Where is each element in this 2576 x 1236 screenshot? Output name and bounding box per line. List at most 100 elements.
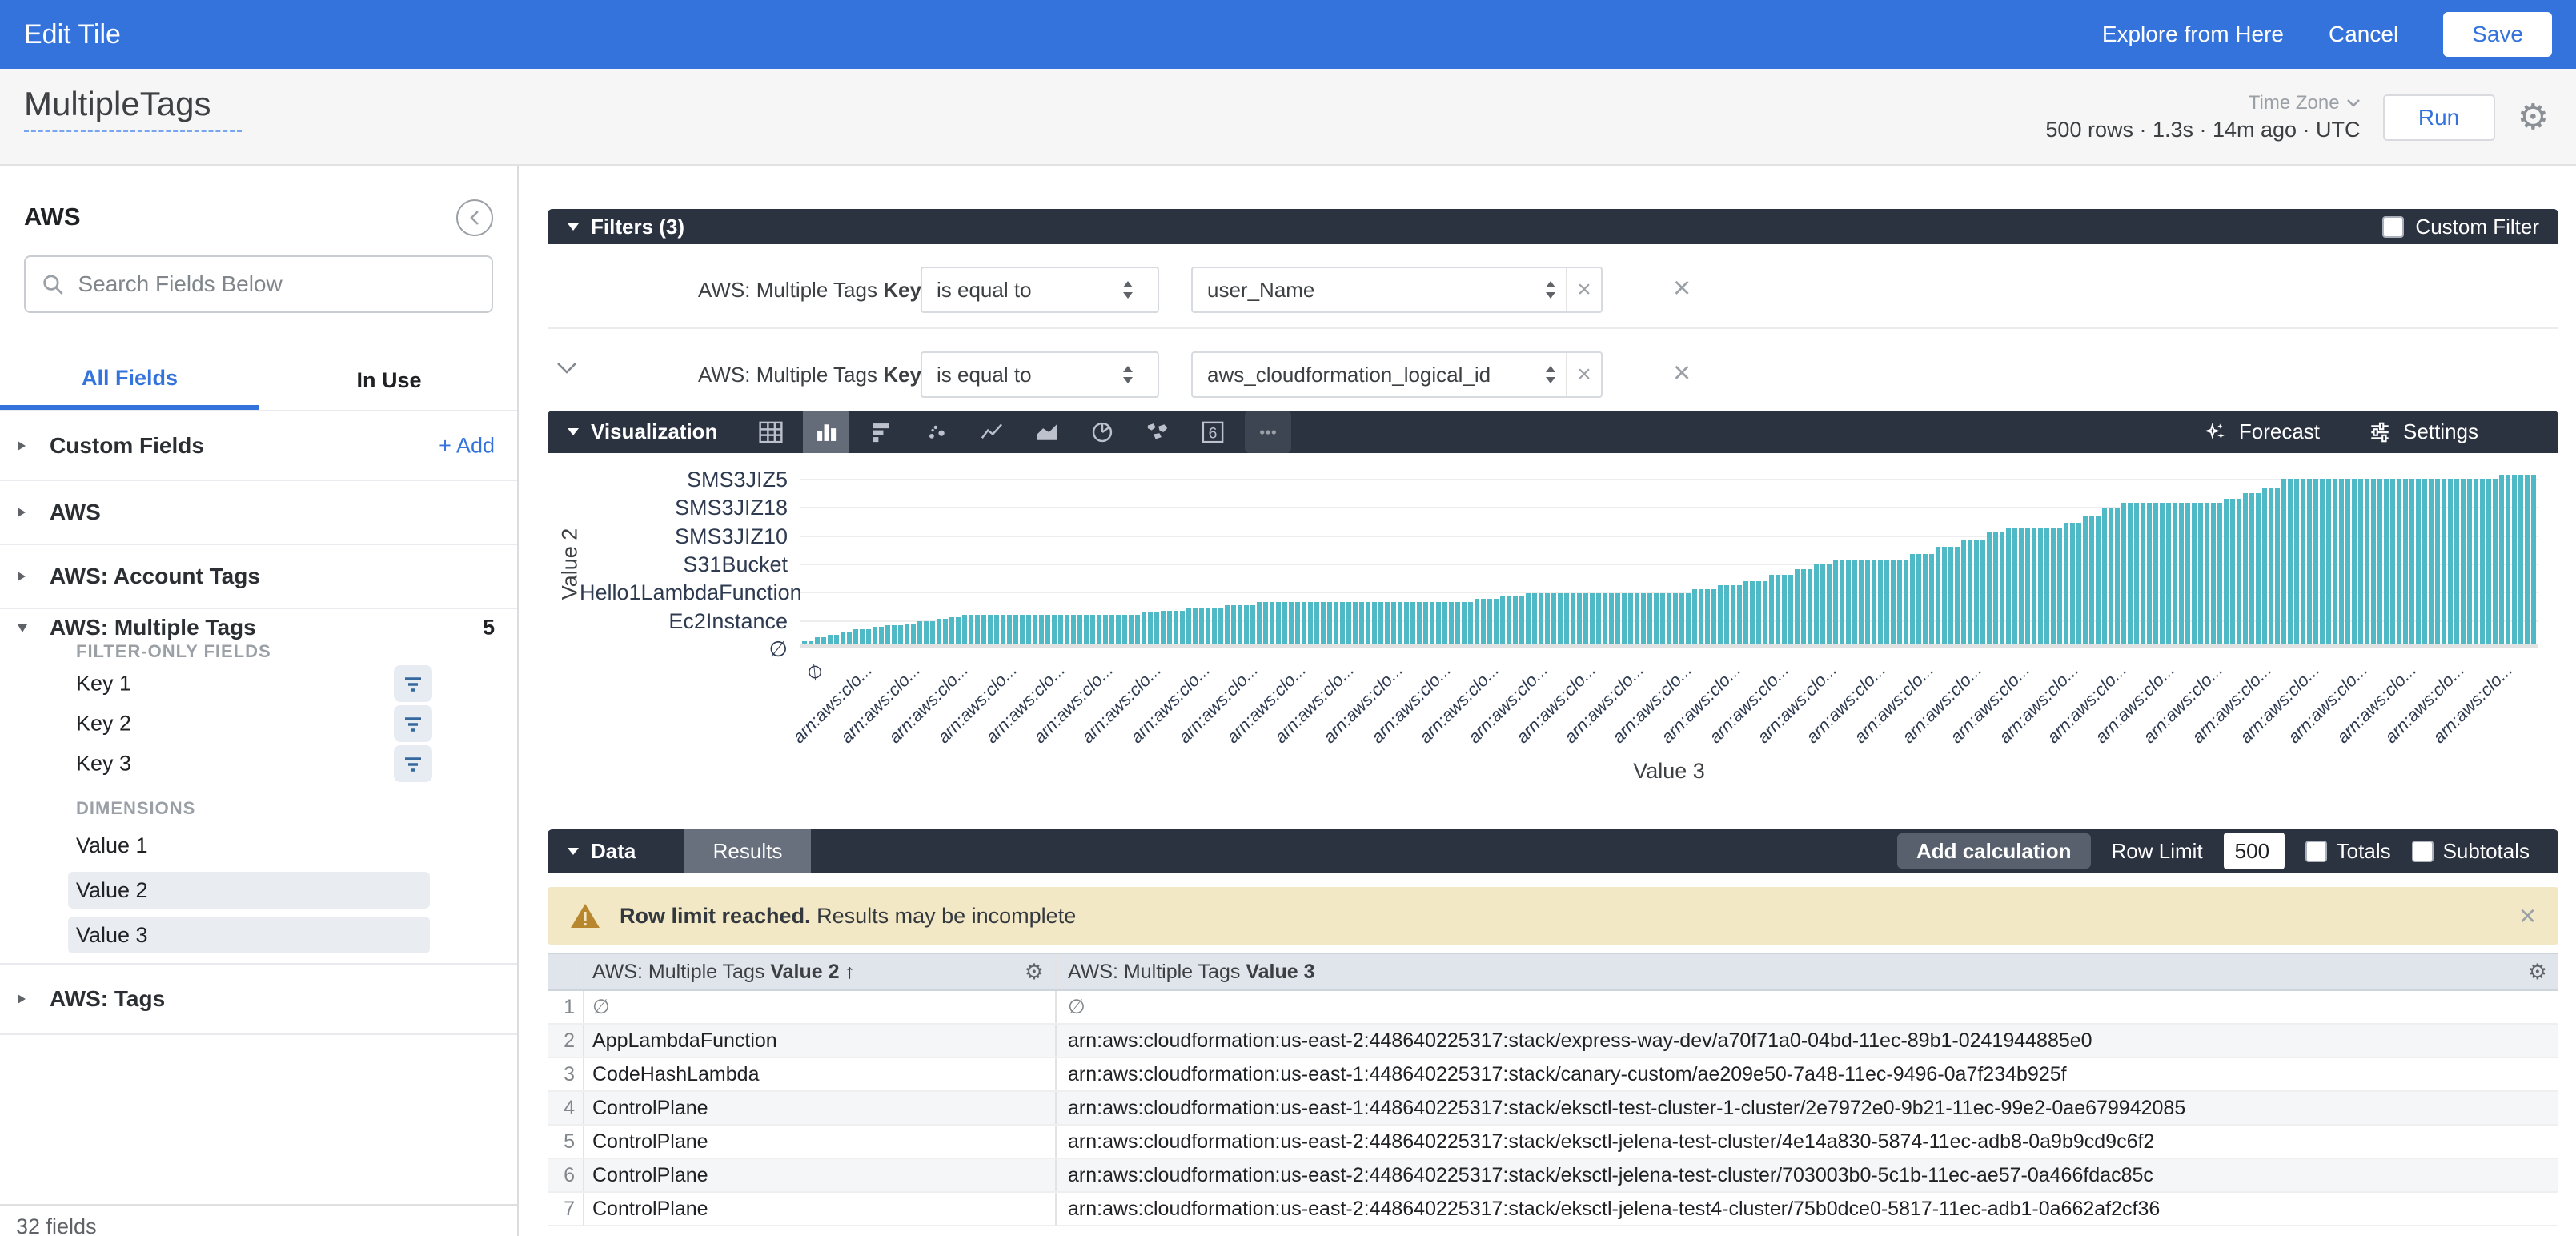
chart-bar[interactable] xyxy=(1161,611,1166,644)
chart-bar[interactable] xyxy=(1731,585,1735,644)
chart-bar[interactable] xyxy=(2121,503,2126,644)
value2-cell[interactable]: ControlPlane xyxy=(584,1126,1057,1158)
chart-bar[interactable] xyxy=(1276,602,1281,644)
chart-bar[interactable] xyxy=(1808,569,1812,644)
collapse-sidebar-button[interactable] xyxy=(456,199,493,236)
chart-type-bar-selected[interactable] xyxy=(803,411,849,453)
value2-cell[interactable]: CodeHashLambda xyxy=(584,1058,1057,1090)
chart-bar[interactable] xyxy=(2198,503,2203,644)
chart-bar[interactable] xyxy=(2275,488,2280,644)
chart-bar[interactable] xyxy=(1065,615,1069,644)
chart-bar[interactable] xyxy=(1667,593,1671,644)
chart-bar[interactable] xyxy=(1980,540,1985,644)
explore-from-here-button[interactable]: Explore from Here xyxy=(2102,22,2284,47)
value3-cell[interactable]: arn:aws:cloudformation:us-east-1:4486402… xyxy=(1057,1092,2558,1124)
chart-bar[interactable] xyxy=(1878,560,1883,644)
chart-bar[interactable] xyxy=(2480,479,2485,644)
chart-bar[interactable] xyxy=(1052,615,1057,644)
chart-bar[interactable] xyxy=(1391,602,1396,644)
filter-value-select[interactable]: user_Name × xyxy=(1191,267,1603,313)
chart-bar[interactable] xyxy=(2070,523,2075,644)
visualization-panel-toggle[interactable]: Visualization xyxy=(548,419,748,444)
chart-bar[interactable] xyxy=(981,615,986,644)
chart-bar[interactable] xyxy=(2531,475,2536,644)
chart-bar[interactable] xyxy=(2326,479,2331,644)
chart-bar[interactable] xyxy=(1974,540,1979,644)
chart-bar[interactable] xyxy=(1526,593,1531,644)
value2-cell[interactable]: ∅ xyxy=(584,991,1057,1023)
chart-bar[interactable] xyxy=(1801,569,1806,644)
chart-bar[interactable] xyxy=(2000,532,2004,644)
chart-bar[interactable] xyxy=(1955,547,1960,644)
chart-bar[interactable] xyxy=(943,619,948,644)
chart-bar[interactable] xyxy=(1507,596,1511,644)
chart-bar[interactable] xyxy=(1199,608,1204,644)
chart-bar[interactable] xyxy=(1289,602,1294,644)
chart-bar[interactable] xyxy=(2237,499,2241,644)
value3-cell[interactable]: arn:aws:cloudformation:us-east-2:4486402… xyxy=(1057,1159,2558,1191)
chart-bar[interactable] xyxy=(1045,615,1050,644)
chart-bar[interactable] xyxy=(2467,479,2472,644)
value3-cell[interactable]: arn:aws:cloudformation:us-east-2:4486402… xyxy=(1057,1126,2558,1158)
chart-bar[interactable] xyxy=(853,629,858,644)
chart-bar[interactable] xyxy=(1968,540,1972,644)
chart-bar[interactable] xyxy=(2333,479,2337,644)
chart-bar[interactable] xyxy=(1987,532,1992,644)
chart-bar[interactable] xyxy=(1302,602,1306,644)
chart-bar[interactable] xyxy=(1058,615,1063,644)
column-gear-icon[interactable]: ⚙ xyxy=(2528,960,2547,985)
chart-type-pie[interactable] xyxy=(1079,411,1125,453)
field-key-3[interactable]: Key 3 xyxy=(0,744,517,784)
field-value-3-selected[interactable]: Value 3 xyxy=(68,917,430,953)
chart-bar[interactable] xyxy=(962,615,967,644)
chart-bar[interactable] xyxy=(1013,615,1018,644)
field-key-2[interactable]: Key 2 xyxy=(0,704,517,744)
chart-bar[interactable] xyxy=(1327,602,1332,644)
chart-bar[interactable] xyxy=(1840,560,1844,644)
chart-bar[interactable] xyxy=(1135,615,1140,644)
chart-bar[interactable] xyxy=(1795,569,1800,644)
chart-bar[interactable] xyxy=(1475,599,1479,644)
value3-cell[interactable]: arn:aws:cloudformation:us-east-1:4486402… xyxy=(1057,1058,2558,1090)
chart-bar[interactable] xyxy=(1167,611,1172,644)
chart-bar[interactable] xyxy=(1647,593,1652,644)
chart-bar[interactable] xyxy=(873,627,877,644)
chart-bar[interactable] xyxy=(969,615,973,644)
save-button[interactable]: Save xyxy=(2443,12,2552,57)
chart-bar[interactable] xyxy=(1257,602,1262,644)
chart-bar[interactable] xyxy=(975,615,980,644)
chart-bar[interactable] xyxy=(1186,608,1191,644)
chart-bar[interactable] xyxy=(1001,615,1005,644)
chart-bar[interactable] xyxy=(809,641,813,644)
chart-bar[interactable] xyxy=(1827,564,1832,644)
filters-panel-header[interactable]: Filters (3) Custom Filter xyxy=(548,209,2558,244)
table-row[interactable]: 1 ∅ ∅ xyxy=(548,991,2558,1025)
chart-bar[interactable] xyxy=(1212,608,1217,644)
chart-bar[interactable] xyxy=(1737,585,1742,644)
chart-bar[interactable] xyxy=(2089,516,2094,644)
chart-bar[interactable] xyxy=(1129,615,1134,644)
chart-bar[interactable] xyxy=(1385,602,1390,644)
query-title-text[interactable]: MultipleTags xyxy=(24,85,211,122)
field-label[interactable]: Key 1 xyxy=(76,672,131,696)
custom-filter-checkbox[interactable] xyxy=(2382,216,2404,238)
chart-bar[interactable] xyxy=(1724,585,1729,644)
search-fields-input[interactable] xyxy=(78,271,475,297)
table-row[interactable]: 5 ControlPlane arn:aws:cloudformation:us… xyxy=(548,1126,2558,1159)
chart-bar[interactable] xyxy=(1763,581,1767,644)
chart-bar[interactable] xyxy=(841,632,845,644)
chart-bar[interactable] xyxy=(1321,602,1326,644)
subtotals-checkbox[interactable] xyxy=(2412,841,2434,862)
column-gear-icon[interactable]: ⚙ xyxy=(1025,960,1044,985)
chart-bar[interactable] xyxy=(2448,479,2453,644)
chart-bar[interactable] xyxy=(1436,602,1441,644)
chart-bar[interactable] xyxy=(2057,528,2062,644)
chart-bar[interactable] xyxy=(1084,615,1089,644)
chart-bar[interactable] xyxy=(994,615,999,644)
sidebar-section-aws[interactable]: AWS xyxy=(0,481,517,545)
chart-bar[interactable] xyxy=(1353,602,1358,644)
chart-bar[interactable] xyxy=(1904,560,1908,644)
chart-bar[interactable] xyxy=(2397,479,2401,644)
chart-bar[interactable] xyxy=(1603,593,1607,644)
chart-bar[interactable] xyxy=(2192,503,2197,644)
